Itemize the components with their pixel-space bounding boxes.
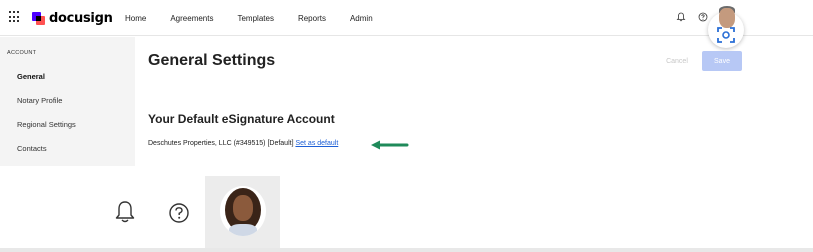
account-name: Deschutes Properties, LLC (#349515) [Def… <box>148 140 296 147</box>
brand-name: docusign <box>49 10 113 26</box>
main-nav: Home Agreements Templates Reports Admin <box>125 14 397 23</box>
nav-reports[interactable]: Reports <box>298 14 326 23</box>
save-button[interactable]: Save <box>702 51 742 71</box>
help-icon[interactable] <box>698 12 708 22</box>
screen-capture-icon <box>717 27 735 43</box>
page-title: General Settings <box>148 52 276 69</box>
app-grid-icon[interactable] <box>9 11 21 23</box>
top-navigation-bar: docusign Home Agreements Templates Repor… <box>0 0 813 36</box>
avatar[interactable] <box>220 186 266 236</box>
bell-icon[interactable] <box>676 12 686 22</box>
nav-agreements[interactable]: Agreements <box>170 14 213 23</box>
settings-sidebar: ACCOUNT General Notary Profile Regional … <box>0 37 135 166</box>
sidebar-item-contacts[interactable]: Contacts <box>17 144 47 153</box>
default-account-heading: Your Default eSignature Account <box>148 112 335 126</box>
screen-capture-button[interactable] <box>708 6 744 48</box>
cancel-button[interactable]: Cancel <box>660 52 694 70</box>
sidebar-item-notary-profile[interactable]: Notary Profile <box>17 96 62 105</box>
nav-templates[interactable]: Templates <box>237 14 273 23</box>
sidebar-item-general[interactable]: General <box>17 72 45 81</box>
nav-admin[interactable]: Admin <box>350 14 373 23</box>
nav-home[interactable]: Home <box>125 14 146 23</box>
set-as-default-link[interactable]: Set as default <box>295 140 338 147</box>
arrow-left-icon <box>371 140 409 150</box>
bottom-divider <box>0 248 813 252</box>
sidebar-heading: ACCOUNT <box>7 50 37 56</box>
docusign-logo-mark <box>32 11 45 25</box>
help-icon <box>169 203 189 223</box>
sidebar-item-regional-settings[interactable]: Regional Settings <box>17 120 76 129</box>
avatar <box>719 8 735 28</box>
default-account-line: Deschutes Properties, LLC (#349515) [Def… <box>148 140 338 147</box>
docusign-logo[interactable]: docusign <box>32 10 113 26</box>
bell-icon <box>115 201 135 223</box>
